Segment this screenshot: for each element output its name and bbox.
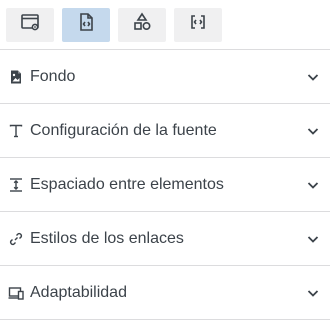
chevron-down-icon[interactable] xyxy=(304,176,322,194)
section-espaciado[interactable]: Espaciado entre elementos xyxy=(0,158,330,212)
link-icon xyxy=(8,231,24,247)
section-label: Adaptabilidad xyxy=(30,283,127,301)
window-settings-button[interactable] xyxy=(6,7,54,42)
section-configuracion-fuente[interactable]: Configuración de la fuente xyxy=(0,104,330,158)
document-code-button[interactable] xyxy=(62,7,110,42)
window-settings-icon xyxy=(19,11,41,38)
chevron-down-icon[interactable] xyxy=(304,230,322,248)
spacing-icon xyxy=(8,177,24,193)
chevron-down-icon[interactable] xyxy=(304,122,322,140)
toolbar xyxy=(0,0,330,50)
section-label: Fondo xyxy=(30,67,76,85)
responsive-devices-icon xyxy=(8,285,24,301)
section-fondo[interactable]: Fondo xyxy=(0,50,330,104)
shapes-button[interactable] xyxy=(118,7,166,42)
code-braces-icon xyxy=(187,11,209,38)
shapes-icon xyxy=(131,11,153,38)
section-adaptabilidad[interactable]: Adaptabilidad xyxy=(0,266,330,320)
code-braces-button[interactable] xyxy=(174,7,222,42)
chevron-down-icon[interactable] xyxy=(304,284,322,302)
image-icon xyxy=(8,69,24,85)
chevron-down-icon[interactable] xyxy=(304,68,322,86)
section-estilos-enlaces[interactable]: Estilos de los enlaces xyxy=(0,212,330,266)
section-label: Configuración de la fuente xyxy=(30,121,217,139)
section-label: Espaciado entre elementos xyxy=(30,175,224,193)
typography-icon xyxy=(8,123,24,139)
section-label: Estilos de los enlaces xyxy=(30,229,184,247)
document-code-icon xyxy=(75,11,97,38)
